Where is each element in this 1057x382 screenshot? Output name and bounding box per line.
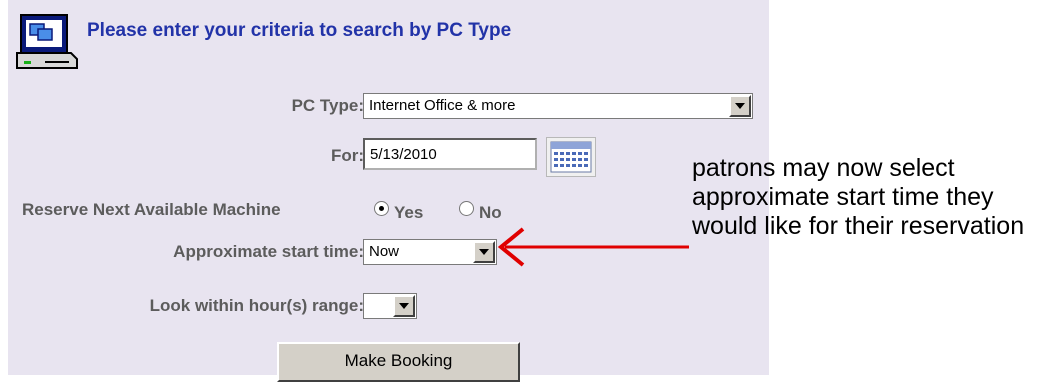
start-time-label: Approximate start time: bbox=[173, 242, 364, 261]
reserve-next-label: Reserve Next Available Machine bbox=[22, 200, 281, 219]
page-heading: Please enter your criteria to search by … bbox=[87, 20, 512, 41]
reserve-yes-radio[interactable] bbox=[374, 201, 389, 216]
calendar-icon[interactable] bbox=[546, 137, 596, 177]
dropdown-arrow-icon[interactable] bbox=[473, 241, 495, 263]
reserve-no-radio[interactable] bbox=[459, 201, 474, 216]
for-label: For: bbox=[330, 146, 364, 165]
pc-type-label: PC Type: bbox=[291, 96, 364, 115]
dropdown-arrow-icon[interactable] bbox=[729, 95, 751, 117]
date-input[interactable]: 5/13/2010 bbox=[363, 138, 537, 170]
make-booking-button[interactable]: Make Booking bbox=[277, 342, 520, 382]
hour-range-select[interactable] bbox=[363, 293, 417, 319]
computer-icon bbox=[16, 14, 78, 69]
reserve-no-label: No bbox=[479, 203, 502, 222]
hour-range-label: Look within hour(s) range: bbox=[149, 296, 364, 315]
date-value: 5/13/2010 bbox=[370, 146, 437, 163]
pc-type-value: Internet Office & more bbox=[369, 97, 516, 114]
annotation-arrow bbox=[497, 227, 689, 267]
reserve-yes-label: Yes bbox=[394, 203, 424, 222]
start-time-value: Now bbox=[369, 243, 400, 260]
annotation-text: patrons may now select approximate start… bbox=[692, 154, 1025, 240]
pc-type-select[interactable]: Internet Office & more bbox=[363, 93, 753, 119]
search-panel: Please enter your criteria to search by … bbox=[8, 0, 769, 382]
start-time-select[interactable]: Now bbox=[363, 239, 497, 265]
dropdown-arrow-icon[interactable] bbox=[393, 295, 415, 317]
